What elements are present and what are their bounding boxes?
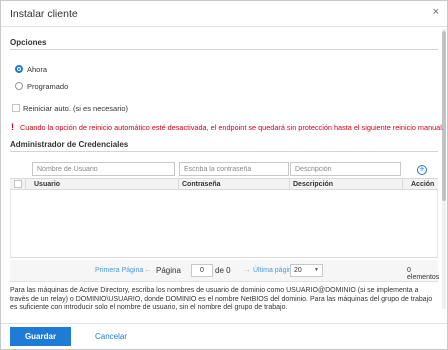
cancel-button[interactable]: Cancelar: [95, 332, 127, 341]
page-label: Página: [156, 266, 181, 275]
column-separator: [178, 179, 179, 190]
password-input[interactable]: [179, 162, 289, 176]
page-size-value: 20: [294, 267, 302, 274]
radio-now-label: Ahora: [27, 65, 48, 74]
next-page-arrow-icon[interactable]: →: [243, 265, 251, 274]
options-heading: Opciones: [10, 38, 47, 47]
scrollbar-thumb[interactable]: [442, 31, 446, 201]
options-divider: [10, 49, 438, 50]
credentials-table-header: Usuario Contraseña Descripción Acción: [10, 178, 438, 190]
dialog-header: Instalar cliente ×: [1, 1, 447, 27]
page-number-input[interactable]: 0: [191, 264, 213, 277]
credentials-heading: Administrador de Credenciales: [10, 140, 129, 149]
column-header-password[interactable]: Contraseña: [182, 181, 221, 188]
select-all-checkbox[interactable]: [14, 180, 22, 188]
prev-page-arrow-icon[interactable]: ←: [144, 265, 152, 274]
credentials-table-body: [10, 190, 438, 258]
page-size-select[interactable]: 20 ▼: [290, 264, 323, 277]
table-pager: Primera Página ← Página 0 de 0 → Última …: [10, 260, 440, 282]
chevron-down-icon: ▼: [314, 267, 319, 273]
column-separator: [402, 179, 403, 190]
radio-now[interactable]: [15, 65, 23, 73]
first-page-link[interactable]: Primera Página: [95, 267, 143, 274]
items-count: 0 elementos: [407, 267, 440, 281]
page-total: de 0: [215, 266, 231, 275]
credentials-help-text: Para las máquinas de Active Directory, e…: [10, 287, 433, 312]
dialog-footer: Guardar Cancelar: [1, 323, 447, 349]
auto-restart-label: Reiniciar auto. (si es necesario): [23, 104, 129, 113]
column-separator: [25, 179, 26, 190]
add-credential-button[interactable]: +: [417, 165, 427, 175]
credentials-divider: [10, 151, 438, 152]
radio-scheduled-label: Programado: [27, 82, 69, 91]
restart-warning-text: Cuando la opción de reinicio automático …: [20, 123, 444, 132]
column-header-user[interactable]: Usuario: [34, 181, 60, 188]
install-client-dialog: Instalar cliente × Opciones Ahora Progra…: [0, 0, 448, 350]
column-header-action: Acción: [411, 181, 435, 188]
warning-icon: !: [11, 122, 14, 132]
dialog-title: Instalar cliente: [10, 8, 78, 20]
auto-restart-checkbox[interactable]: [12, 104, 20, 112]
username-input[interactable]: [32, 162, 175, 176]
column-header-description[interactable]: Descripción: [293, 181, 333, 188]
radio-scheduled[interactable]: [15, 82, 23, 90]
description-input[interactable]: [290, 162, 401, 176]
save-button[interactable]: Guardar: [10, 327, 71, 346]
column-separator: [289, 179, 290, 190]
close-icon[interactable]: ×: [433, 7, 439, 18]
